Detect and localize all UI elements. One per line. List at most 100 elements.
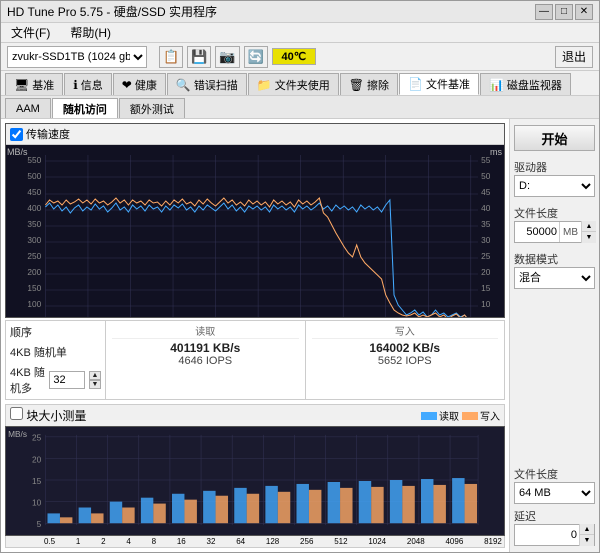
- svg-text:10: 10: [481, 300, 491, 309]
- toolbar-copy-btn[interactable]: 📋: [159, 46, 183, 68]
- stats-values: 读取 401191 KB/s 4646 IOPS 写入 164002 KB/s …: [106, 321, 504, 399]
- tab-benchmark[interactable]: 🖥 基准: [5, 73, 63, 95]
- toolbar-save-btn[interactable]: 💾: [187, 46, 211, 68]
- block-checkbox-label[interactable]: 块大小测量: [10, 407, 86, 424]
- svg-text:20: 20: [32, 456, 42, 465]
- block-chart-section: 块大小测量 读取 写入: [5, 404, 505, 548]
- svg-text:30: 30: [481, 236, 491, 245]
- speed-chart-header: 传输速度: [6, 124, 504, 145]
- data-mode-label: 数据模式: [514, 251, 595, 267]
- speed-chart: MB/s ms: [6, 145, 504, 318]
- file-length-label: 文件长度: [514, 205, 595, 221]
- rand4k-single-read: 4646 IOPS: [112, 355, 299, 367]
- driver-label: 驱动器: [514, 159, 595, 175]
- tab-error-scan[interactable]: 🔍 错误扫描: [167, 73, 247, 95]
- drive-select[interactable]: zvukr-SSD1TB (1024 gb): [7, 46, 147, 68]
- queue-up-btn[interactable]: ▲: [89, 371, 101, 380]
- delay-section: 延迟 ▲ ▼: [514, 508, 595, 546]
- queue-down-btn[interactable]: ▼: [89, 380, 101, 389]
- svg-text:450: 450: [27, 188, 41, 197]
- menu-help[interactable]: 帮助(H): [64, 23, 117, 42]
- sec-tab-aam[interactable]: AAM: [5, 98, 51, 118]
- scan-icon: 🔍: [176, 78, 191, 92]
- file-length-input-row: MB ▲ ▼: [514, 221, 595, 243]
- sec-tab-extra[interactable]: 额外测试: [119, 98, 185, 118]
- block-chart-x-axis: 0.5 1 2 4 8 16 32 64 128 256 512 1024 20…: [5, 536, 505, 548]
- speed-chart-svg: 550 500 450 400 350 300 250 200 150 100 …: [6, 145, 504, 318]
- svg-text:150: 150: [27, 284, 41, 293]
- maximize-button[interactable]: □: [555, 4, 573, 20]
- legend-write-color: [462, 412, 478, 420]
- svg-text:55: 55: [481, 156, 491, 165]
- sec-tab-random[interactable]: 随机访问: [52, 98, 118, 118]
- menu-bar: 文件(F) 帮助(H): [1, 23, 599, 43]
- svg-text:550: 550: [27, 156, 41, 165]
- svg-text:400: 400: [27, 204, 41, 213]
- seq-label: 顺序: [10, 323, 101, 341]
- y-axis-label-right: ms: [490, 147, 502, 157]
- main-window: HD Tune Pro 5.75 - 硬盘/SSD 实用程序 — □ ✕ 文件(…: [0, 0, 600, 553]
- svg-text:15: 15: [481, 284, 491, 293]
- svg-text:25: 25: [481, 252, 491, 261]
- info-icon: ℹ: [73, 78, 78, 92]
- rand4k-single-write: 5652 IOPS: [312, 355, 499, 367]
- delay-input-row: ▲ ▼: [514, 524, 595, 546]
- block-chart: 25 20 15 10 5 MB/s: [5, 426, 505, 536]
- driver-select[interactable]: D:: [514, 175, 595, 197]
- tab-folder-usage[interactable]: 📁 文件夹使用: [248, 73, 339, 95]
- tab-erase[interactable]: 🗑 擦除: [340, 73, 398, 95]
- stats-row: 顺序 4KB 随机单 4KB 随机多 ▲ ▼ 读取 401191 KB/: [5, 320, 505, 400]
- file-length-down[interactable]: ▼: [582, 232, 596, 243]
- file-length2-section: 文件长度 64 MB: [514, 466, 595, 504]
- tab-file-benchmark[interactable]: 📄 文件基准: [399, 73, 479, 95]
- svg-text:100: 100: [27, 300, 41, 309]
- file-length2-select[interactable]: 64 MB: [514, 482, 595, 504]
- svg-text:5: 5: [481, 316, 486, 318]
- svg-text:25: 25: [32, 434, 42, 443]
- data-mode-select[interactable]: 混合: [514, 267, 595, 289]
- speed-checkbox[interactable]: [10, 128, 23, 141]
- toolbar-refresh-btn[interactable]: 🔄: [244, 46, 268, 68]
- benchmark-icon: 🖥: [14, 78, 29, 92]
- bottom-settings: 文件长度 64 MB 延迟 ▲ ▼: [514, 464, 595, 546]
- stats-labels: 顺序 4KB 随机单 4KB 随机多 ▲ ▼: [6, 321, 106, 399]
- svg-text:300: 300: [27, 236, 41, 245]
- block-checkbox[interactable]: [10, 407, 23, 420]
- block-chart-svg: 25 20 15 10 5 MB/s: [6, 427, 504, 535]
- window-title: HD Tune Pro 5.75 - 硬盘/SSD 实用程序: [7, 3, 535, 20]
- svg-text:15: 15: [32, 477, 42, 486]
- delay-up[interactable]: ▲: [580, 524, 594, 535]
- rand4k-single-label: 4KB 随机单: [10, 343, 101, 361]
- tab-disk-monitor[interactable]: 📊 磁盘监视器: [480, 73, 571, 95]
- queue-spinner: ▲ ▼: [89, 371, 101, 389]
- window-controls: — □ ✕: [535, 4, 593, 20]
- tab-info[interactable]: ℹ 信息: [64, 73, 112, 95]
- exit-button[interactable]: 退出: [555, 46, 593, 68]
- secondary-tabs: AAM 随机访问 额外测试: [1, 96, 599, 119]
- file-bench-icon: 📄: [408, 77, 423, 91]
- delay-down[interactable]: ▼: [580, 535, 594, 546]
- toolbar-camera-btn[interactable]: 📷: [215, 46, 239, 68]
- svg-text:500: 500: [27, 172, 41, 181]
- data-mode-section: 数据模式 混合: [514, 249, 595, 289]
- file-length-input[interactable]: [515, 226, 559, 238]
- file-length-spinner: ▲ ▼: [581, 221, 596, 243]
- minimize-button[interactable]: —: [535, 4, 553, 20]
- seq-read-value: 401191 KB/s: [112, 341, 299, 355]
- svg-text:50: 50: [481, 172, 491, 181]
- speed-checkbox-label[interactable]: 传输速度: [10, 126, 70, 142]
- delay-input[interactable]: [515, 529, 579, 541]
- legend-write: 写入: [462, 408, 500, 423]
- tab-health[interactable]: ❤ 健康: [113, 73, 166, 95]
- svg-text:35: 35: [481, 220, 491, 229]
- temperature-badge: 40℃: [272, 48, 316, 65]
- file-length2-label: 文件长度: [514, 466, 595, 482]
- svg-text:20: 20: [481, 268, 491, 277]
- menu-file[interactable]: 文件(F): [5, 23, 56, 42]
- close-button[interactable]: ✕: [575, 4, 593, 20]
- queue-input[interactable]: [49, 371, 85, 389]
- start-button[interactable]: 开始: [514, 125, 595, 151]
- svg-text:50: 50: [32, 316, 42, 318]
- file-length-up[interactable]: ▲: [582, 221, 596, 232]
- seq-write-value: 164002 KB/s: [312, 341, 499, 355]
